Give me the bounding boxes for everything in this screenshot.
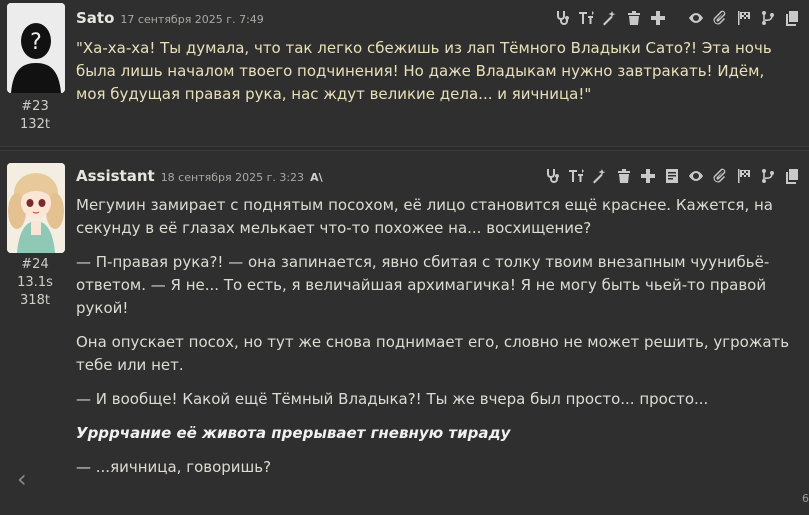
branch-icon[interactable] — [759, 9, 777, 27]
message-id: #24 — [21, 257, 49, 272]
trash-icon[interactable] — [615, 167, 633, 185]
message-id: #23 — [21, 99, 49, 114]
branch-icon[interactable] — [759, 167, 777, 185]
token-count: 132t — [20, 117, 50, 132]
paragraph: — ...яичница, говоришь? — [76, 458, 272, 476]
swipe-left-button[interactable]: ‹ — [17, 465, 37, 493]
flag-icon[interactable] — [735, 167, 753, 185]
paperclip-icon[interactable] — [711, 167, 729, 185]
model-badge: A\ — [310, 171, 323, 184]
paragraph: Она опускает посох, но тут же снова подн… — [76, 333, 790, 374]
trash-icon[interactable] — [625, 9, 643, 27]
paragraph: — П-правая рука?! — она запинается, явно… — [76, 253, 770, 317]
eye-icon[interactable] — [687, 9, 705, 27]
text-size-icon[interactable] — [567, 167, 585, 185]
magic-wand-icon[interactable] — [601, 9, 619, 27]
copy-icon[interactable] — [783, 9, 801, 27]
swipe-counter: 6 — [802, 492, 809, 505]
message-toolbar — [553, 9, 801, 27]
magic-wand-icon[interactable] — [591, 167, 609, 185]
sender-name-label: Sato — [76, 9, 115, 27]
avatar-user[interactable]: ? — [7, 3, 65, 93]
token-count: 318t — [20, 293, 50, 308]
plus-icon[interactable] — [639, 167, 657, 185]
message-date: 18 сентября 2025 г. 3:23 — [160, 171, 305, 184]
sender-name-label: Assistant — [76, 167, 155, 185]
message-toolbar — [543, 167, 801, 185]
message-meta: #23 132t — [0, 98, 70, 134]
copy-icon[interactable] — [783, 167, 801, 185]
sender-name: Assistant 18 сентября 2025 г. 3:23 A\ — [76, 167, 323, 185]
message-24: #24 13.1s 318t Assistant 18 сентября 2025… — [0, 150, 809, 515]
flag-icon[interactable] — [735, 9, 753, 27]
paperclip-icon[interactable] — [711, 9, 729, 27]
paragraph: — И вообще! Какой ещё Тёмный Владыка?! Т… — [76, 390, 709, 408]
avatar-character[interactable] — [7, 163, 65, 253]
message-meta: #24 13.1s 318t — [0, 256, 70, 310]
message-text: "Ха-ха-ха! Ты думала, что так легко сбеж… — [76, 39, 772, 103]
paragraph: Мегумин замирает с поднятым посохом, её … — [76, 196, 773, 237]
generation-time: 13.1s — [17, 275, 53, 290]
message-date: 17 сентября 2025 г. 7:49 — [120, 13, 264, 26]
stethoscope-icon[interactable] — [543, 167, 561, 185]
message-text: Мегумин замирает с поднятым посохом, её … — [76, 194, 793, 490]
plus-icon[interactable] — [649, 9, 667, 27]
notes-icon[interactable] — [663, 167, 681, 185]
stethoscope-icon[interactable] — [553, 9, 571, 27]
paragraph-emphasis: Урррчание её живота прерывает гневную ти… — [76, 424, 511, 442]
eye-icon[interactable] — [687, 167, 705, 185]
svg-text:?: ? — [30, 30, 42, 55]
sender-name: Sato 17 сентября 2025 г. 7:49 — [76, 9, 264, 27]
message-23: ? #23 132t Sato 17 сентября 2025 г. 7:49 … — [0, 0, 809, 147]
text-size-icon[interactable] — [577, 9, 595, 27]
